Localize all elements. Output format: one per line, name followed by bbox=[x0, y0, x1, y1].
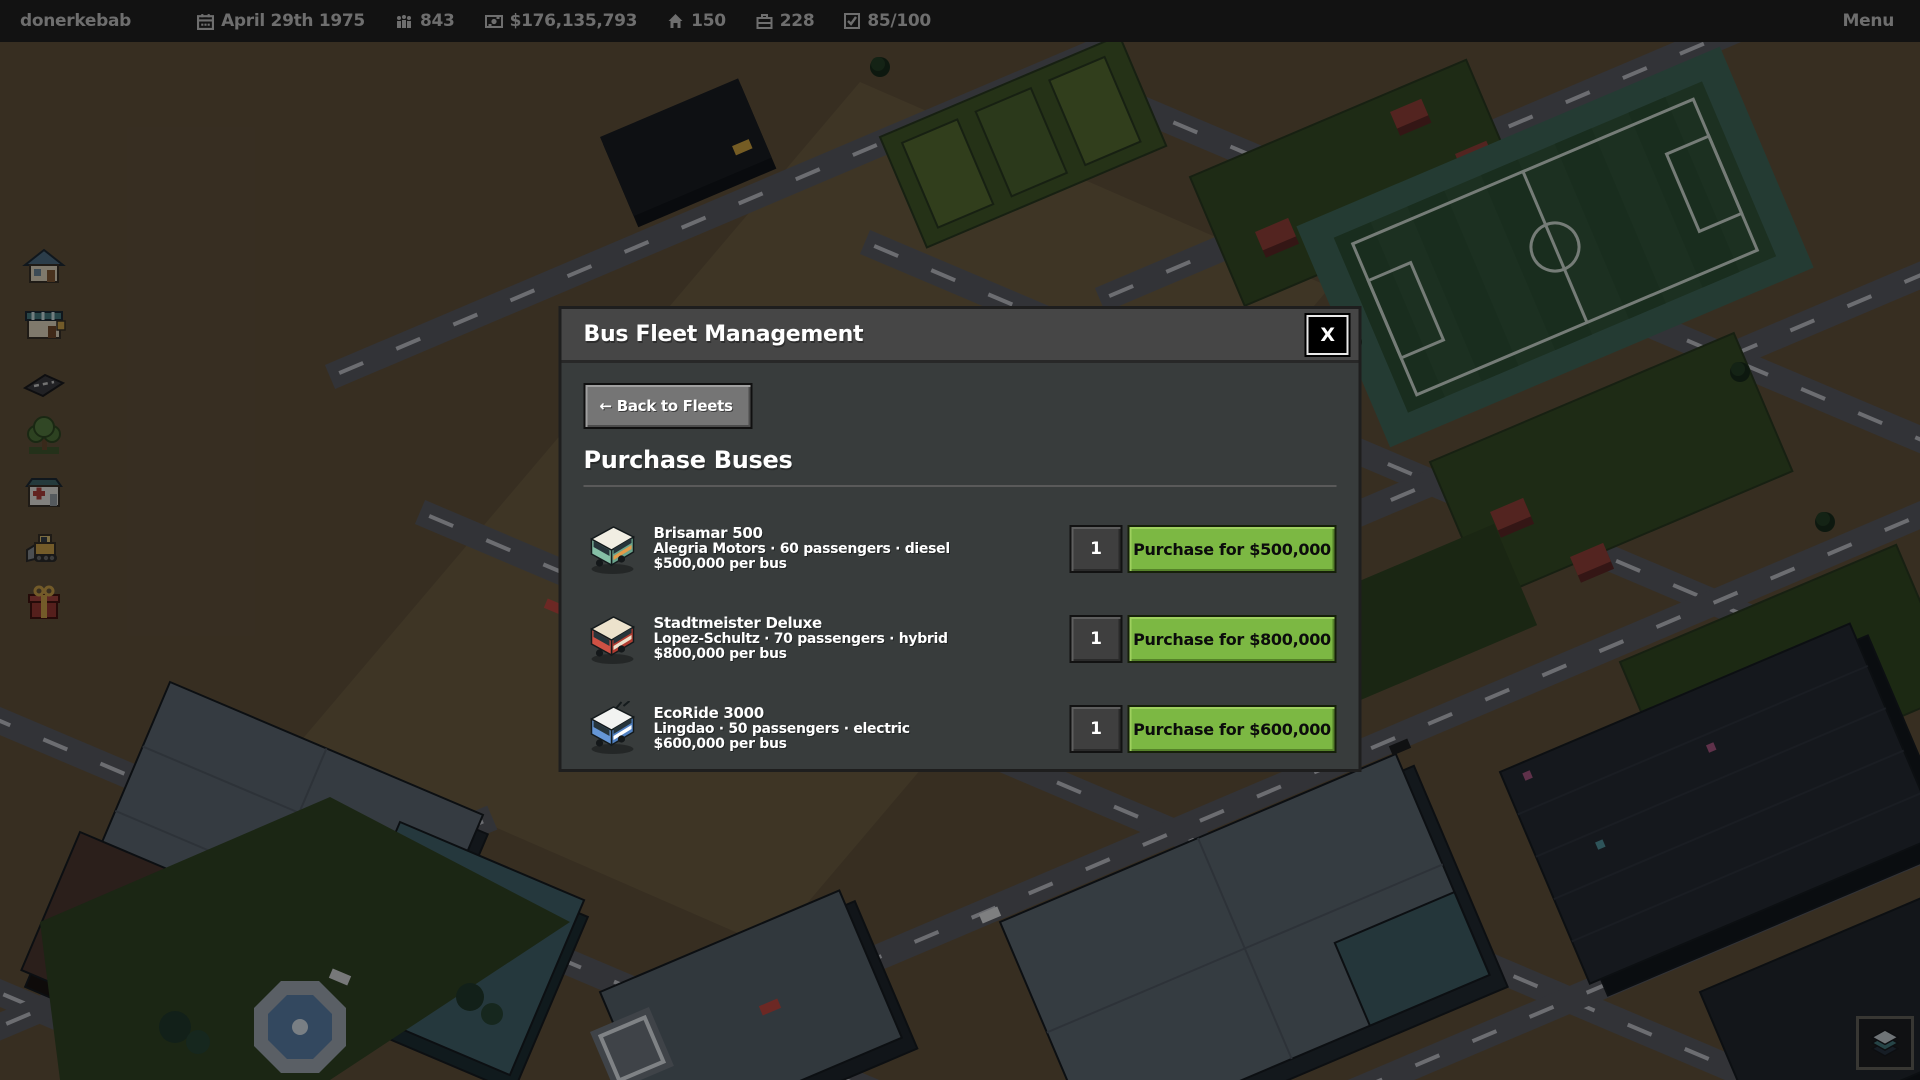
bus-info: Brisamar 500 Alegria Motors · 60 passeng… bbox=[654, 526, 950, 571]
date-value: April 29th 1975 bbox=[221, 11, 365, 31]
jobs-icon bbox=[756, 14, 773, 29]
bus-details: Lingdao · 50 passengers · electric bbox=[654, 722, 910, 737]
bus-row-stadtmeister-deluxe: Stadtmeister Deluxe Lopez-Schultz · 70 p… bbox=[584, 611, 1337, 667]
sidebar-item-parks[interactable] bbox=[21, 412, 67, 458]
sidebar-item-roads[interactable] bbox=[21, 356, 67, 402]
quantity-input[interactable] bbox=[1070, 705, 1123, 753]
build-toolbar bbox=[21, 244, 67, 626]
approval-value: 85/100 bbox=[867, 11, 931, 31]
housing-value: 150 bbox=[691, 11, 726, 31]
purchase-controls: Purchase for $500,000 bbox=[1070, 525, 1337, 573]
bus-name: EcoRide 3000 bbox=[654, 706, 910, 722]
layers-icon bbox=[1865, 1023, 1905, 1063]
calendar-icon bbox=[197, 13, 214, 30]
top-status-bar: donerkebab April 29th 1975 843 $176,135,… bbox=[0, 0, 1920, 42]
sidebar-item-bulldozer[interactable] bbox=[21, 524, 67, 570]
gift-icon bbox=[29, 587, 59, 618]
quantity-input[interactable] bbox=[1070, 615, 1123, 663]
bus-price: $800,000 per bus bbox=[654, 647, 948, 662]
bus-details: Lopez-Schultz · 70 passengers · hybrid bbox=[654, 632, 948, 647]
stats-group: April 29th 1975 843 $176,135,793 150 228… bbox=[197, 11, 931, 31]
bulldozer-icon bbox=[27, 535, 57, 562]
bus-row-brisamar-500: Brisamar 500 Alegria Motors · 60 passeng… bbox=[584, 521, 1337, 577]
tree-icon bbox=[28, 417, 60, 454]
divider bbox=[584, 485, 1337, 487]
map-layers-button[interactable] bbox=[1856, 1016, 1914, 1070]
date-stat: April 29th 1975 bbox=[197, 11, 365, 31]
bus-icon bbox=[584, 611, 640, 667]
back-to-fleets-button[interactable]: ← Back to Fleets bbox=[584, 383, 753, 429]
bus-info: EcoRide 3000 Lingdao · 50 passengers · e… bbox=[654, 706, 910, 751]
bus-info: Stadtmeister Deluxe Lopez-Schultz · 70 p… bbox=[654, 616, 948, 661]
population-value: 843 bbox=[420, 11, 455, 31]
housing-icon bbox=[667, 13, 684, 29]
bus-row-ecoride-3000: EcoRide 3000 Lingdao · 50 passengers · e… bbox=[584, 701, 1337, 757]
hospital-icon bbox=[27, 479, 61, 506]
bus-fleet-management-dialog: Bus Fleet Management X ← Back to Fleets … bbox=[559, 306, 1362, 772]
bus-price: $500,000 per bus bbox=[654, 557, 950, 572]
shop-icon bbox=[26, 312, 65, 338]
menu-button[interactable]: Menu bbox=[1843, 11, 1894, 31]
bus-price: $600,000 per bus bbox=[654, 737, 910, 752]
sidebar-item-services[interactable] bbox=[21, 468, 67, 514]
sidebar-item-rewards[interactable] bbox=[21, 580, 67, 626]
purchase-controls: Purchase for $800,000 bbox=[1070, 615, 1337, 663]
jobs-value: 228 bbox=[780, 11, 815, 31]
purchase-button[interactable]: Purchase for $500,000 bbox=[1128, 525, 1337, 573]
bus-name: Brisamar 500 bbox=[654, 526, 950, 542]
dialog-title: Bus Fleet Management bbox=[584, 322, 864, 347]
purchase-controls: Purchase for $600,000 bbox=[1070, 705, 1337, 753]
dialog-body: ← Back to Fleets Purchase Buses Brisamar… bbox=[562, 363, 1359, 757]
jobs-stat: 228 bbox=[756, 11, 815, 31]
player-name: donerkebab bbox=[20, 11, 131, 31]
section-title: Purchase Buses bbox=[584, 446, 1337, 474]
housing-stat: 150 bbox=[667, 11, 726, 31]
money-icon bbox=[485, 14, 503, 29]
bus-name: Stadtmeister Deluxe bbox=[654, 616, 948, 632]
purchase-button[interactable]: Purchase for $600,000 bbox=[1128, 705, 1337, 753]
dialog-header: Bus Fleet Management X bbox=[562, 309, 1359, 363]
money-value: $176,135,793 bbox=[510, 11, 638, 31]
road-icon bbox=[25, 375, 63, 396]
approval-icon bbox=[844, 13, 860, 29]
bus-icon bbox=[584, 701, 640, 757]
bus-icon bbox=[584, 521, 640, 577]
sidebar-item-commercial[interactable] bbox=[21, 300, 67, 346]
close-button[interactable]: X bbox=[1307, 315, 1349, 355]
bus-details: Alegria Motors · 60 passengers · diesel bbox=[654, 542, 950, 557]
population-icon bbox=[395, 13, 413, 29]
trolley-pole bbox=[624, 701, 630, 706]
sidebar-item-residential[interactable] bbox=[21, 244, 67, 290]
population-stat: 843 bbox=[395, 11, 455, 31]
house-icon bbox=[25, 250, 63, 282]
purchase-button[interactable]: Purchase for $800,000 bbox=[1128, 615, 1337, 663]
approval-stat: 85/100 bbox=[844, 11, 931, 31]
money-stat: $176,135,793 bbox=[485, 11, 638, 31]
quantity-input[interactable] bbox=[1070, 525, 1123, 573]
